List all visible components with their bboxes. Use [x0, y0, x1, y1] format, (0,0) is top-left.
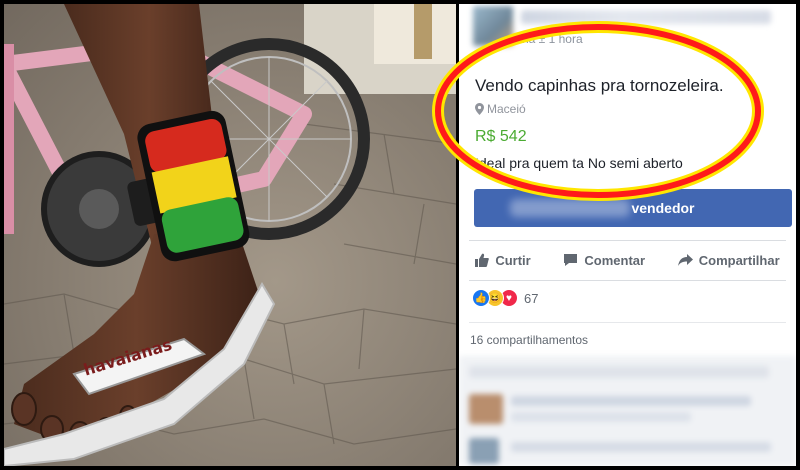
- meme-frame: havaianas há ± 1 hora Vendo capinhas pra…: [0, 0, 800, 470]
- comment-icon: [564, 254, 578, 266]
- redacted-bar: [469, 366, 769, 378]
- post-actions-bar: Curtir Comentar Compartilhar: [459, 246, 796, 274]
- like-button[interactable]: Curtir: [475, 252, 531, 268]
- poster-name-redacted[interactable]: [521, 10, 771, 24]
- share-button[interactable]: Compartilhar: [677, 252, 780, 268]
- redacted-avatar: [469, 438, 499, 464]
- redacted-bar: [511, 412, 691, 422]
- listing-title: Vendo capinhas pra tornozeleira.: [475, 76, 724, 95]
- marketplace-post: há ± 1 hora Vendo capinhas pra tornozele…: [459, 4, 796, 466]
- photo-illustration: [4, 4, 456, 466]
- location-pin-icon: [475, 103, 484, 115]
- blur-smudge: [510, 199, 630, 217]
- divider: [469, 240, 786, 241]
- post-timestamp: há ± 1 hora: [522, 32, 583, 46]
- redacted-bar: [511, 396, 751, 406]
- share-count[interactable]: 16 compartilhamentos: [470, 333, 588, 347]
- comments-section-redacted: [459, 356, 796, 466]
- listing-price: R$ 542: [475, 128, 527, 145]
- like-reaction-icon: 👍: [472, 289, 490, 307]
- comment-label: Comentar: [584, 252, 646, 268]
- poster-avatar[interactable]: [473, 6, 513, 46]
- like-label: Curtir: [495, 252, 531, 268]
- location-text: Maceió: [487, 102, 526, 116]
- divider: [469, 322, 786, 323]
- message-seller-label: vendedor: [631, 200, 695, 216]
- share-label: Compartilhar: [698, 252, 780, 268]
- comment-button[interactable]: Comentar: [563, 253, 645, 268]
- listing-description: Ideal pra quem ta No semi aberto: [475, 155, 683, 171]
- listing-location: Maceió: [475, 102, 526, 116]
- product-photo: havaianas: [4, 4, 456, 466]
- reactions-summary[interactable]: 👍 😆 ♥ 67: [472, 289, 538, 307]
- redacted-bar: [511, 442, 771, 452]
- message-seller-button[interactable]: vendedor: [474, 189, 792, 227]
- redacted-avatar: [469, 394, 503, 424]
- reaction-count: 67: [524, 290, 539, 306]
- thumbs-up-icon: [475, 253, 490, 267]
- divider: [469, 280, 786, 281]
- share-arrow-icon: [677, 253, 693, 266]
